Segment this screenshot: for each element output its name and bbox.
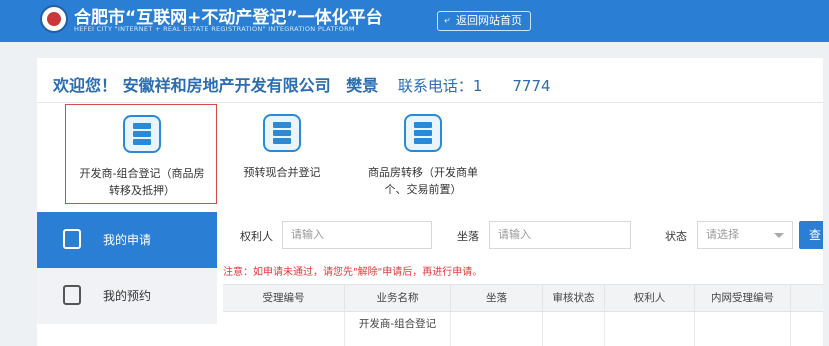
location-input[interactable]: 请输入	[489, 221, 631, 249]
back-arrow-icon: ⤶	[444, 15, 450, 26]
service-tile-house-transfer[interactable]: 商品房转移（开发商单个、交易前置）	[347, 104, 499, 204]
column-header-extra	[791, 285, 823, 313]
service-tile-label: 预转现合并登记	[243, 166, 321, 179]
column-header: 坐落	[451, 285, 543, 313]
column-header: 权利人	[605, 285, 695, 313]
contact-phone: 联系电话：1 7774	[397, 77, 551, 95]
back-to-home-label: 返回网站首页	[456, 14, 522, 27]
rightholder-input[interactable]: 请输入	[282, 221, 432, 249]
welcome-line: 欢迎您！ 安徽祥和房地产开发有限公司 樊景 联系电话：1 7774	[53, 72, 551, 96]
city-emblem-icon	[40, 5, 68, 33]
divider	[37, 102, 823, 103]
server-stack-icon	[263, 114, 301, 152]
location-label: 坐落	[457, 230, 479, 243]
table-row[interactable]: 开发商-组合登记	[223, 312, 823, 346]
sidebar-item-label: 我的申请	[103, 233, 152, 247]
edit-document-icon	[63, 229, 81, 249]
top-header-bar: 合肥市“互联网+不动产登记”一体化平台 HEFEI CITY "INTERNET…	[0, 0, 829, 42]
service-tile-combined-registration[interactable]: 开发商-组合登记（商品房转移及抵押）	[65, 104, 217, 204]
back-to-home-button[interactable]: ⤶ 返回网站首页	[437, 11, 531, 31]
column-header: 审核状态	[543, 285, 605, 313]
column-header: 内网受理编号	[695, 285, 791, 313]
notice-text: 注意：如申请未通过，请您先"解除"申请后，再进行申请。	[223, 267, 483, 278]
table-cell: 开发商-组合登记	[345, 312, 451, 346]
status-select[interactable]: 请选择	[697, 221, 793, 249]
service-tile-label: 开发商-组合登记（商品房转移及抵押）	[79, 167, 205, 197]
status-label: 状态	[665, 230, 687, 243]
table-cell	[695, 312, 791, 346]
server-stack-icon	[123, 115, 161, 153]
user-name: 樊景	[346, 76, 379, 95]
chevron-down-icon	[774, 233, 784, 238]
company-name: 安徽祥和房地产开发有限公司	[122, 76, 331, 95]
sidebar-item-my-applications[interactable]: 我的申请	[37, 212, 217, 268]
server-stack-icon	[404, 114, 442, 152]
rightholder-label: 权利人	[240, 230, 273, 243]
main-card: 欢迎您！ 安徽祥和房地产开发有限公司 樊景 联系电话：1 7774 开发商-组合…	[37, 58, 823, 346]
service-tile-presale-merge[interactable]: 预转现合并登记	[206, 104, 358, 204]
calendar-clock-icon	[63, 285, 81, 305]
column-header: 受理编号	[223, 285, 345, 313]
search-button[interactable]: 查	[799, 221, 823, 249]
table-cell	[543, 312, 605, 346]
sidebar-item-my-appointments[interactable]: 我的预约	[37, 268, 217, 324]
sidebar-item-label: 我的预约	[103, 289, 152, 303]
greeting-text: 欢迎您！	[53, 76, 118, 95]
column-header: 业务名称	[345, 285, 451, 313]
table-header: 受理编号 业务名称 坐落 审核状态 权利人 内网受理编号	[223, 284, 823, 313]
table-cell	[451, 312, 543, 346]
service-tile-label: 商品房转移（开发商单个、交易前置）	[368, 166, 478, 196]
table-cell	[605, 312, 695, 346]
platform-subtitle: HEFEI CITY "INTERNET + REAL ESTATE REGIS…	[74, 25, 355, 33]
table-cell	[223, 312, 345, 346]
